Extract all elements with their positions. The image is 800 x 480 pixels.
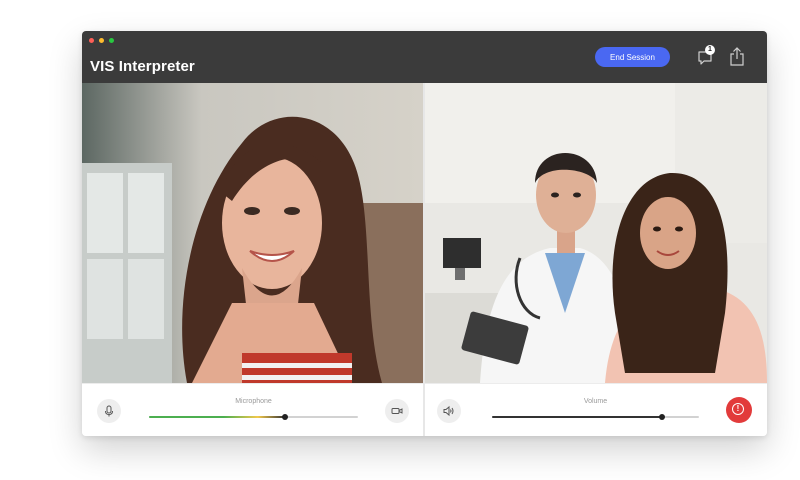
video-camera-icon bbox=[391, 408, 403, 414]
title-bar: VIS Interpreter End Session 1 bbox=[82, 31, 767, 83]
volume-slider-thumb[interactable] bbox=[658, 414, 665, 420]
volume-level-fill bbox=[492, 416, 662, 418]
volume-label: Volume bbox=[583, 398, 608, 405]
session-controls: Volume ! bbox=[425, 383, 767, 436]
interpreter-video-feed bbox=[82, 83, 423, 383]
microphone-button[interactable] bbox=[97, 399, 121, 423]
app-title: VIS Interpreter bbox=[90, 58, 195, 75]
window-controls bbox=[89, 38, 114, 43]
microphone-level-fill bbox=[149, 416, 285, 418]
alert-icon: ! bbox=[732, 403, 744, 415]
minimize-window-button[interactable] bbox=[99, 38, 104, 43]
share-button[interactable] bbox=[727, 46, 747, 68]
microphone-slider[interactable] bbox=[149, 414, 358, 420]
app-window: VIS Interpreter End Session 1 Microphone… bbox=[82, 31, 767, 436]
volume-slider[interactable] bbox=[492, 414, 699, 420]
speaker-button[interactable] bbox=[437, 399, 461, 423]
speaker-icon bbox=[443, 405, 454, 417]
alert-button[interactable]: ! bbox=[726, 397, 752, 423]
maximize-window-button[interactable] bbox=[109, 38, 114, 43]
microphone-slider-thumb[interactable] bbox=[281, 414, 288, 420]
doctor-patient-video-feed bbox=[425, 83, 767, 383]
close-window-button[interactable] bbox=[89, 38, 94, 43]
microphone-icon bbox=[105, 405, 113, 417]
chat-badge: 1 bbox=[705, 45, 715, 55]
interpreter-controls: Microphone bbox=[82, 383, 423, 436]
camera-button[interactable] bbox=[385, 399, 409, 423]
share-upload-icon bbox=[730, 47, 744, 66]
end-session-button[interactable]: End Session bbox=[595, 47, 670, 67]
chat-button[interactable]: 1 bbox=[696, 45, 716, 67]
microphone-label: Microphone bbox=[235, 398, 272, 405]
